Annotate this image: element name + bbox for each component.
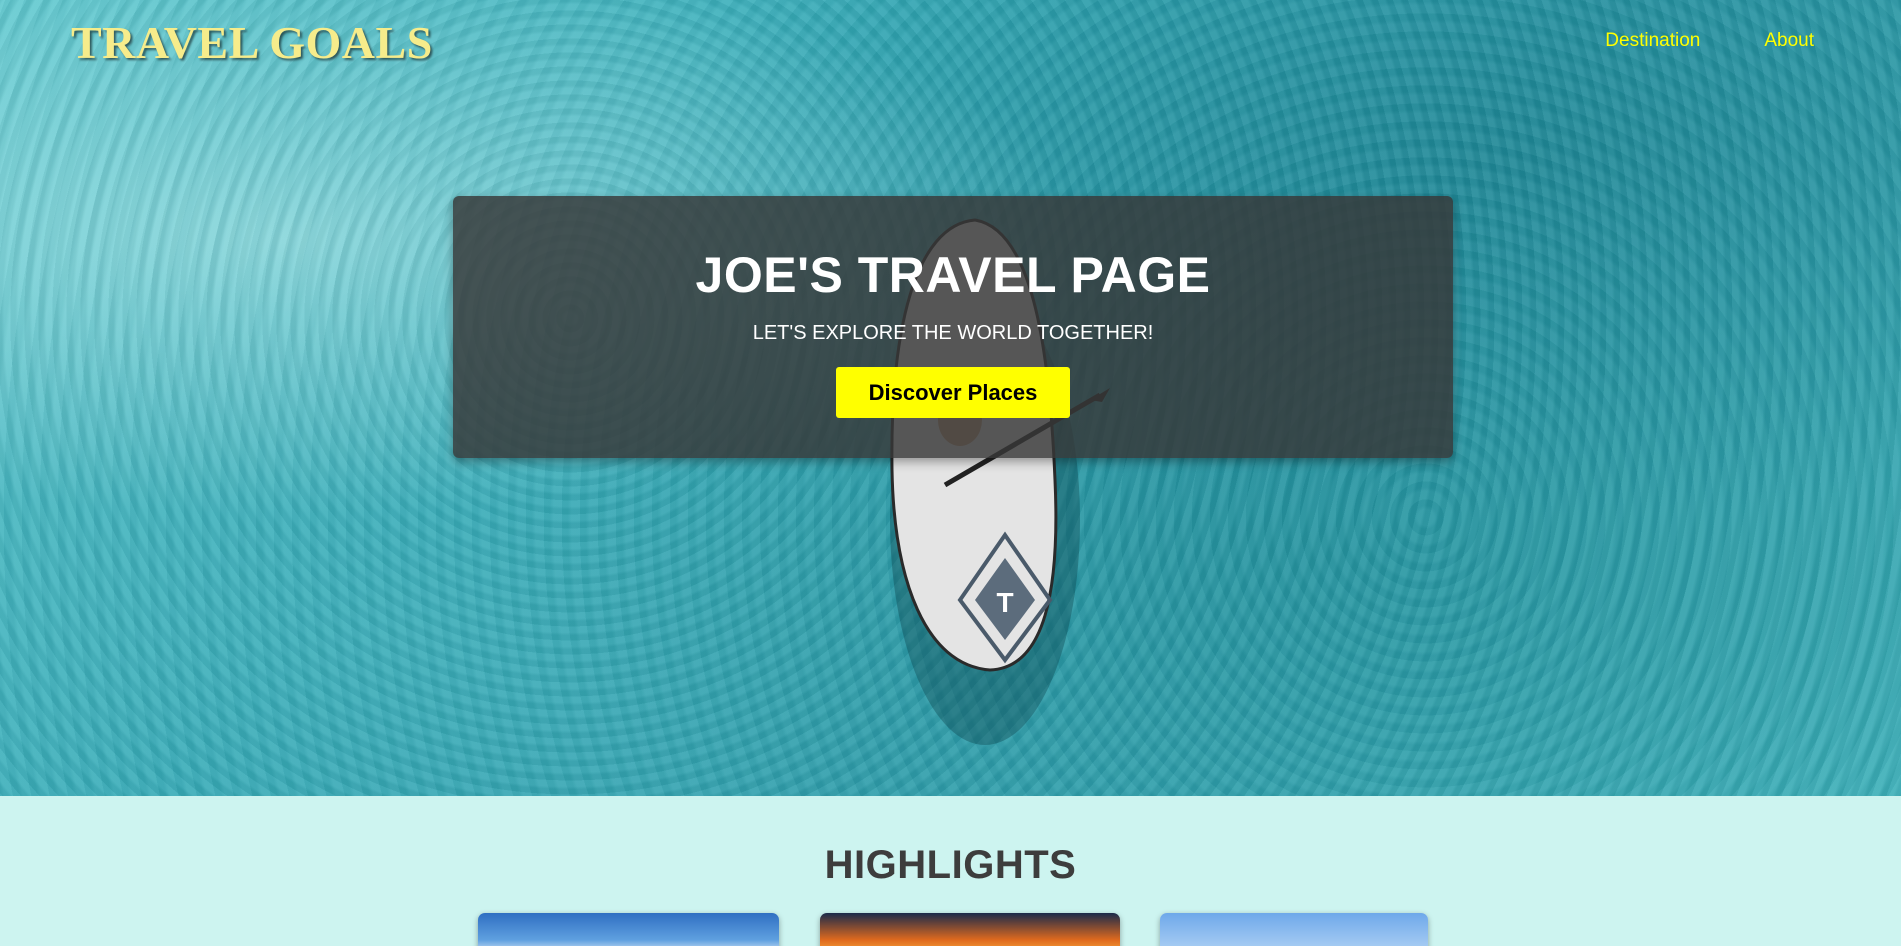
highlights-section: HIGHLIGHTS [0, 796, 1901, 946]
discover-places-button[interactable]: Discover Places [836, 367, 1070, 418]
highlight-card-sky-image[interactable] [1160, 913, 1428, 946]
nav-link-about[interactable]: About [1764, 30, 1814, 52]
page-title: JOE'S TRAVEL PAGE [695, 247, 1211, 303]
site-logo[interactable]: TRAVEL GOALS [71, 16, 433, 69]
highlights-heading: HIGHLIGHTS [824, 843, 1077, 887]
top-navbar: TRAVEL GOALS Destination About [0, 0, 1901, 90]
highlight-card-beach-image[interactable] [478, 913, 779, 946]
page-subtitle: LET'S EXPLORE THE WORLD TOGETHER! [752, 322, 1154, 344]
highlight-card-sunset-image[interactable] [820, 913, 1120, 946]
nav-link-destination[interactable]: Destination [1605, 30, 1700, 52]
svg-text:T: T [996, 587, 1013, 618]
nav-links: Destination About [1605, 30, 1814, 52]
hero-section: T TRAVEL GOALS Destination About JOE'S T… [0, 0, 1901, 796]
hero-banner: JOE'S TRAVEL PAGE LET'S EXPLORE THE WORL… [453, 196, 1453, 458]
